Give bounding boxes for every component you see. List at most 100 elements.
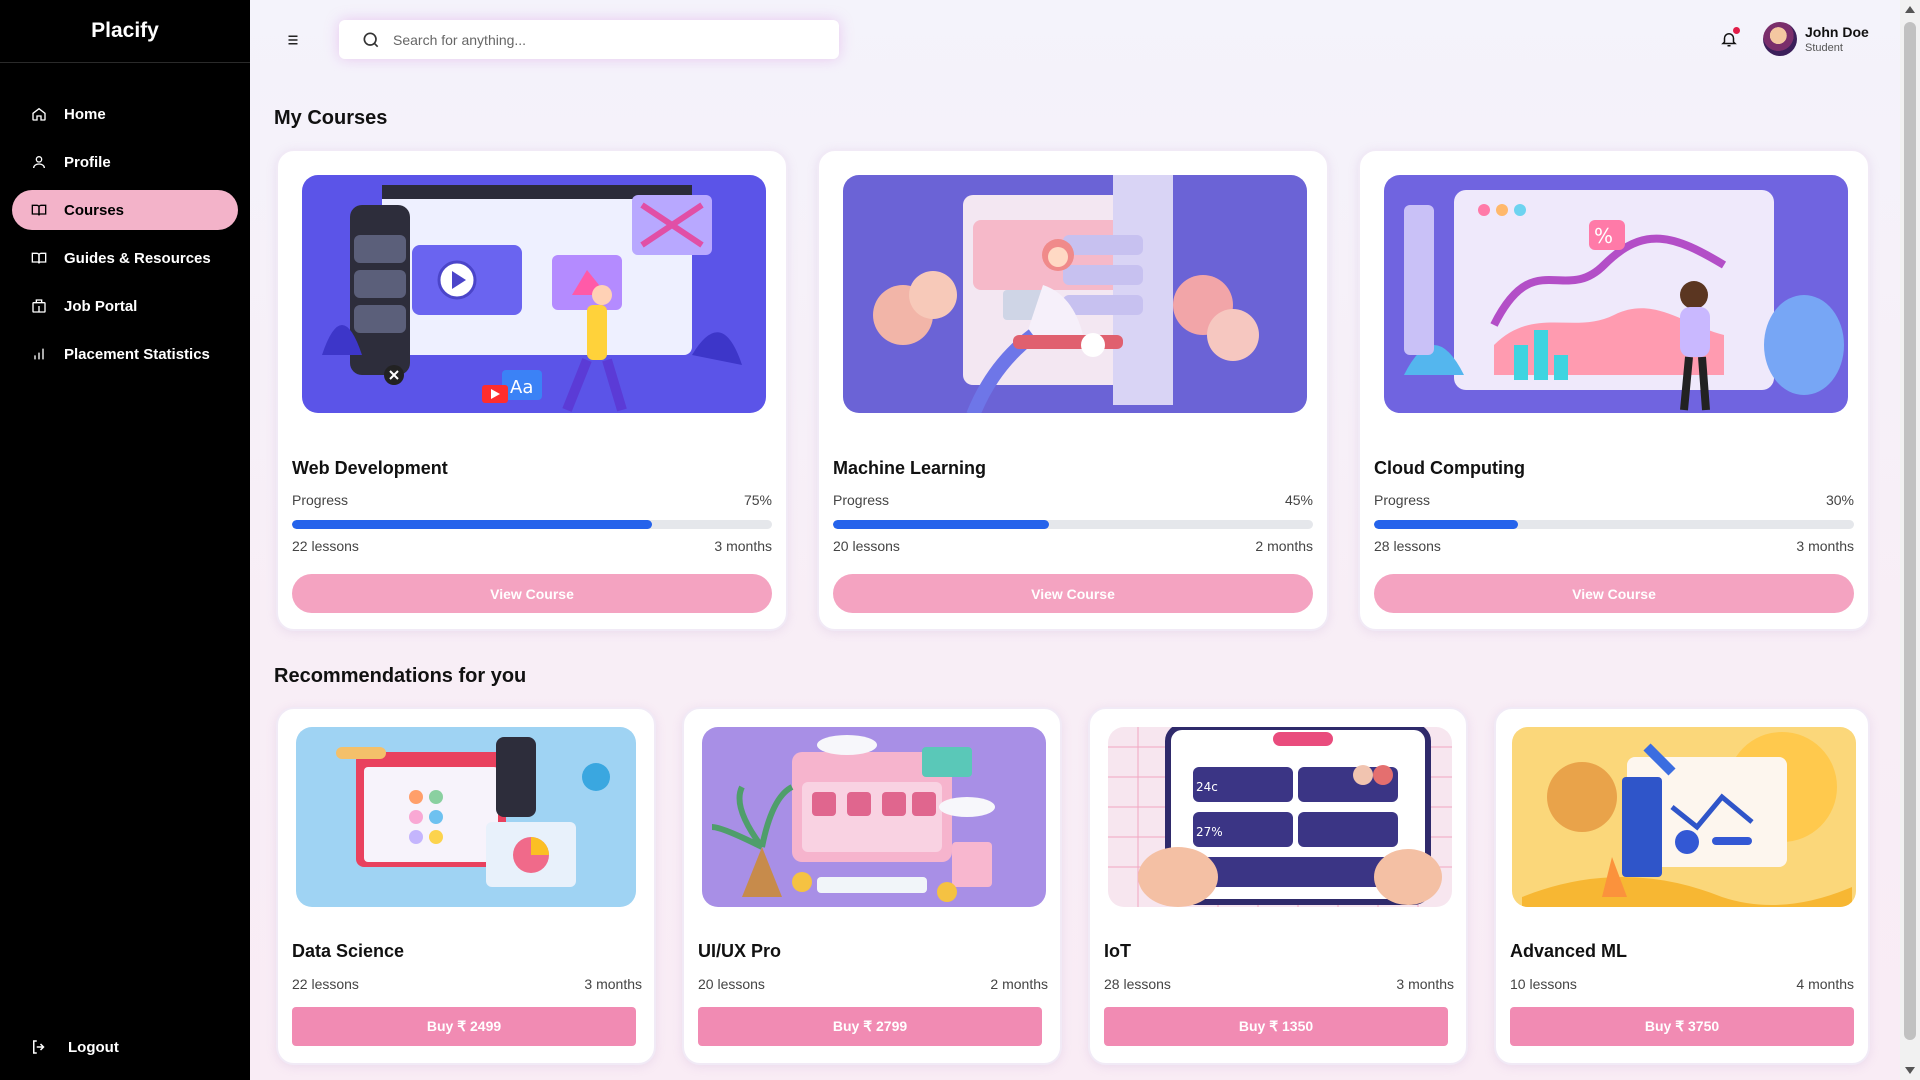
scroll-down-arrow-icon[interactable] [1905, 1067, 1915, 1074]
course-image-web-development: Aa [302, 175, 766, 413]
course-meta-row: 22 lessons 3 months [292, 538, 772, 554]
scrollbar-thumb[interactable] [1904, 22, 1916, 1040]
course-image-iot: 24c 27% [1108, 727, 1452, 907]
menu-toggle-button[interactable] [284, 31, 302, 49]
building-icon [30, 297, 48, 315]
course-title: Advanced ML [1510, 941, 1628, 961]
sidebar-item-label: Placement Statistics [64, 345, 210, 363]
sidebar-item-label: Profile [64, 153, 111, 171]
course-duration: 3 months [1396, 976, 1454, 992]
bar-chart-icon [30, 345, 48, 363]
user-menu[interactable]: John Doe Student [1763, 22, 1869, 56]
buy-course-button[interactable]: Buy ₹ 2499 [292, 1007, 636, 1046]
lessons-count: 20 lessons [833, 538, 900, 554]
view-course-button[interactable]: View Course [1374, 574, 1854, 613]
buy-course-button[interactable]: Buy ₹ 2799 [698, 1007, 1042, 1046]
user-role: Student [1805, 42, 1843, 54]
course-title: Web Development [292, 458, 448, 478]
notification-badge [1733, 27, 1740, 34]
brand-logo[interactable]: Placify [0, 0, 250, 63]
recommendation-card: 24c 27% IoT 28 lessons 3 months Buy ₹ 13… [1088, 707, 1468, 1065]
recommendation-card: Advanced ML 10 lessons 4 months Buy ₹ 37… [1494, 707, 1870, 1065]
section-title-my-courses: My Courses [274, 107, 388, 129]
main-content: John Doe Student My Courses [250, 0, 1900, 1080]
sidebar-item-guides[interactable]: Guides & Resources [12, 238, 238, 278]
course-meta-row: 22 lessons 3 months [292, 976, 642, 992]
progress-bar [1374, 520, 1854, 529]
svg-text:27%: 27% [1196, 825, 1223, 839]
progress-value: 30% [1825, 492, 1854, 508]
scroll-up-arrow-icon[interactable] [1905, 6, 1915, 13]
course-image-data-science [296, 727, 636, 907]
logout-label: Logout [68, 1038, 119, 1056]
view-course-button[interactable]: View Course [833, 574, 1313, 613]
progress-bar-fill [292, 520, 652, 529]
sidebar-item-home[interactable]: Home [12, 94, 238, 134]
course-card: % Cloud Computing Progress 30% 28 lesson… [1358, 149, 1870, 631]
course-duration: 2 months [990, 976, 1048, 992]
sidebar-item-courses[interactable]: Courses [12, 190, 238, 230]
course-image-machine-learning [843, 175, 1307, 413]
lessons-count: 22 lessons [292, 538, 359, 554]
progress-bar [833, 520, 1313, 529]
progress-label: Progress [833, 492, 890, 508]
section-title-recommendations: Recommendations for you [274, 665, 527, 687]
course-meta-row: 10 lessons 4 months [1510, 976, 1854, 992]
recommendation-card: UI/UX Pro 20 lessons 2 months Buy ₹ 2799 [682, 707, 1062, 1065]
home-icon [30, 105, 48, 123]
view-course-button[interactable]: View Course [292, 574, 772, 613]
search-input[interactable] [393, 31, 813, 48]
book-icon [30, 249, 48, 267]
lessons-count: 20 lessons [698, 976, 765, 992]
progress-value: 75% [743, 492, 772, 508]
progress-label: Progress [1374, 492, 1431, 508]
course-image-cloud-computing: % [1384, 175, 1848, 413]
lessons-count: 28 lessons [1104, 976, 1171, 992]
course-title: IoT [1104, 941, 1131, 961]
user-icon [30, 153, 48, 171]
course-meta-row: 28 lessons 3 months [1104, 976, 1454, 992]
svg-text:24c: 24c [1196, 780, 1218, 794]
progress-label: Progress [292, 492, 349, 508]
course-card: Aa Web Development Progress 75% 22 lesso… [276, 149, 788, 631]
sidebar-item-profile[interactable]: Profile [12, 142, 238, 182]
course-image-ui-ux-pro [702, 727, 1046, 907]
course-meta-row: 20 lessons 2 months [833, 538, 1313, 554]
user-name: John Doe [1805, 24, 1869, 40]
buy-course-button[interactable]: Buy ₹ 1350 [1104, 1007, 1448, 1046]
notification-button[interactable] [1720, 27, 1740, 51]
lessons-count: 10 lessons [1510, 976, 1577, 992]
progress-row: Progress 75% [292, 492, 772, 508]
progress-bar-fill [1374, 520, 1518, 529]
sidebar-item-label: Guides & Resources [64, 249, 211, 267]
logout-button[interactable]: Logout [30, 1038, 119, 1056]
course-duration: 4 months [1796, 976, 1854, 992]
course-title: Machine Learning [833, 458, 987, 478]
recommendation-card: Data Science 22 lessons 3 months Buy ₹ 2… [276, 707, 656, 1065]
sidebar-item-label: Courses [64, 201, 125, 219]
svg-text:%: % [1594, 224, 1613, 248]
sidebar-item-job-portal[interactable]: Job Portal [12, 286, 238, 326]
course-meta-row: 28 lessons 3 months [1374, 538, 1854, 554]
avatar [1763, 22, 1797, 56]
page-scrollbar[interactable] [1900, 0, 1920, 1080]
book-icon [30, 201, 48, 219]
lessons-count: 22 lessons [292, 976, 359, 992]
sidebar-item-placement-statistics[interactable]: Placement Statistics [12, 334, 238, 374]
progress-row: Progress 30% [1374, 492, 1854, 508]
course-meta-row: 20 lessons 2 months [698, 976, 1048, 992]
buy-course-button[interactable]: Buy ₹ 3750 [1510, 1007, 1854, 1046]
course-duration: 3 months [714, 538, 772, 554]
progress-row: Progress 45% [833, 492, 1313, 508]
hamburger-icon [288, 35, 298, 45]
logout-icon [30, 1038, 48, 1056]
search-bar [339, 20, 839, 59]
course-title: Cloud Computing [1374, 458, 1525, 478]
course-duration: 3 months [1796, 538, 1854, 554]
course-title: UI/UX Pro [698, 941, 782, 961]
search-icon [363, 32, 379, 47]
sidebar-item-label: Home [64, 105, 106, 123]
progress-bar-fill [833, 520, 1049, 529]
sidebar-item-label: Job Portal [64, 297, 138, 315]
progress-bar [292, 520, 772, 529]
